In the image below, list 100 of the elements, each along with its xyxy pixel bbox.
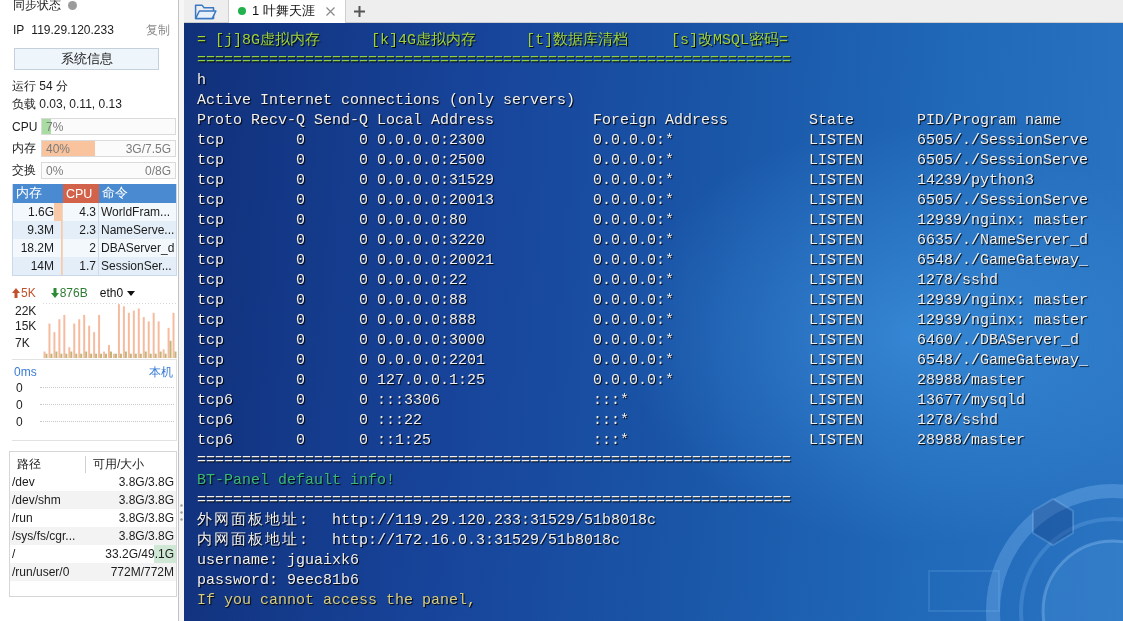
session-tab[interactable]: 1 叶舞天涯 — [228, 0, 346, 23]
table-cell: 0.0.0.0:20013 — [377, 191, 495, 211]
grip-icon[interactable] — [180, 504, 183, 521]
close-icon[interactable] — [326, 6, 335, 16]
menu-option-text: [t]数据库清档 — [526, 31, 629, 51]
table-cell: LISTEN — [809, 391, 864, 411]
table-cell: 0 — [359, 311, 368, 331]
table-cell: 0.0.0.0:* — [593, 371, 675, 391]
table-cell: :::* — [593, 391, 630, 411]
table-cell: 0 — [296, 151, 305, 171]
table-cell: 0.0.0.0:* — [593, 131, 675, 151]
table-cell: 0 — [296, 331, 305, 351]
table-cell: tcp6 — [197, 431, 233, 451]
column-heading: Local Address — [377, 111, 495, 131]
usage-amount: 0/8G — [145, 163, 171, 178]
table-cell: 0.0.0.0:* — [593, 351, 675, 371]
table-cell: LISTEN — [809, 371, 864, 391]
table-cell: 1278/sshd — [917, 411, 999, 431]
terminal-line: username: jguaixk6 — [197, 551, 361, 571]
table-cell: tcp — [197, 271, 224, 291]
table-cell: tcp — [197, 211, 224, 231]
table-cell: 0 — [359, 231, 368, 251]
ip-label: IP — [13, 23, 25, 37]
disk-space-value: 3.8G/3.8G — [118, 529, 174, 543]
table-cell: 0 — [296, 431, 305, 451]
table-cell: 6548/./GameGateway_ — [917, 351, 1089, 371]
menu-option-text: [k]4G虚拟内存 — [371, 31, 477, 51]
upload-bar — [122, 306, 125, 358]
table-cell: :::* — [593, 431, 630, 451]
table-cell: LISTEN — [809, 211, 864, 231]
down-arrow-icon — [50, 288, 59, 298]
plus-icon[interactable] — [354, 5, 365, 17]
copy-link[interactable]: 复制 — [146, 21, 170, 39]
meter-label: 内存 — [12, 140, 37, 157]
upload-bar — [78, 319, 81, 358]
upload-bar — [83, 314, 86, 358]
table-cell: LISTEN — [809, 331, 864, 351]
system-info-button[interactable]: 系统信息 — [14, 48, 159, 70]
host-link[interactable]: 本机 — [149, 363, 173, 381]
table-cell: :::* — [593, 411, 630, 431]
table-cell: LISTEN — [809, 231, 864, 251]
upload-bar — [137, 308, 140, 358]
table-cell: 0 — [359, 131, 368, 151]
command-name: DBAServer_d — [101, 241, 175, 255]
table-cell: 0.0.0.0:31529 — [377, 171, 495, 191]
column-header[interactable]: 内存 — [13, 184, 63, 203]
ip-address: 119.29.120.233 — [31, 23, 114, 37]
upload-bar — [98, 314, 101, 358]
folder-icon[interactable] — [194, 2, 217, 20]
disk-space-value: 3.8G/3.8G — [118, 493, 174, 507]
table-cell: 6548/./GameGateway_ — [917, 251, 1089, 271]
menu-option-text: [s]改MSQL密码= — [671, 31, 788, 51]
upload-bar — [167, 327, 170, 358]
table-cell: 0 — [296, 351, 305, 371]
latency-reading: 0ms — [14, 365, 37, 379]
disk-space-value: 3.8G/3.8G — [118, 511, 174, 525]
column-heading: Foreign Address — [593, 111, 729, 131]
table-cell: LISTEN — [809, 251, 864, 271]
up-arrow-icon — [12, 288, 20, 298]
table-cell: tcp — [197, 331, 224, 351]
table-cell: 0 — [359, 211, 368, 231]
table-cell: 0 — [359, 291, 368, 311]
download-rate: 876B — [59, 286, 88, 300]
disk-space-value: 3.8G/3.8G — [118, 475, 174, 489]
upload-rate: 5K — [21, 286, 36, 300]
meter-label: CPU — [12, 119, 39, 134]
table-cell: LISTEN — [809, 411, 864, 431]
table-cell: tcp — [197, 131, 224, 151]
table-cell: LISTEN — [809, 131, 864, 151]
table-cell: 0.0.0.0:* — [593, 231, 675, 251]
column-header[interactable]: CPU — [63, 184, 99, 203]
terminal-line: If you cannot access the panel, — [197, 591, 478, 611]
upload-bar — [63, 314, 66, 358]
upload-bar — [48, 323, 51, 358]
table-cell: 0 — [296, 291, 305, 311]
table-cell: 0.0.0.0:* — [593, 271, 675, 291]
table-cell: 0.0.0.0:888 — [377, 311, 477, 331]
terminal-line: password: 9eec81b6 — [197, 571, 361, 591]
table-cell: 1278/sshd — [917, 271, 999, 291]
interface-dropdown[interactable]: eth0 — [99, 286, 136, 300]
table-cell: 0.0.0.0:* — [593, 151, 675, 171]
table-cell: 0 — [296, 231, 305, 251]
column-header[interactable]: 可用/大小 — [86, 455, 145, 473]
table-cell: 0.0.0.0:* — [593, 191, 675, 211]
column-heading: Send-Q — [314, 111, 368, 131]
download-bar — [169, 340, 172, 358]
mount-path: /run/user/0 — [10, 563, 96, 581]
memory-value: 18.2M — [20, 241, 54, 255]
terminal-line: Active Internet connections (only servers) — [197, 91, 577, 111]
column-header[interactable]: 路径 — [10, 455, 86, 473]
table-cell: 0 — [296, 311, 305, 331]
field-label: 外网面板地址: — [197, 511, 311, 531]
column-header[interactable]: 命令 — [99, 184, 176, 203]
table-cell: 28988/master — [917, 371, 1026, 391]
axis-label: 0 — [16, 380, 24, 395]
axis-label: 0 — [16, 414, 24, 429]
command-name: NameServe... — [101, 223, 175, 237]
table-cell: LISTEN — [809, 351, 864, 371]
table-cell: 0 — [359, 411, 368, 431]
mount-path: /dev/shm — [10, 491, 96, 509]
